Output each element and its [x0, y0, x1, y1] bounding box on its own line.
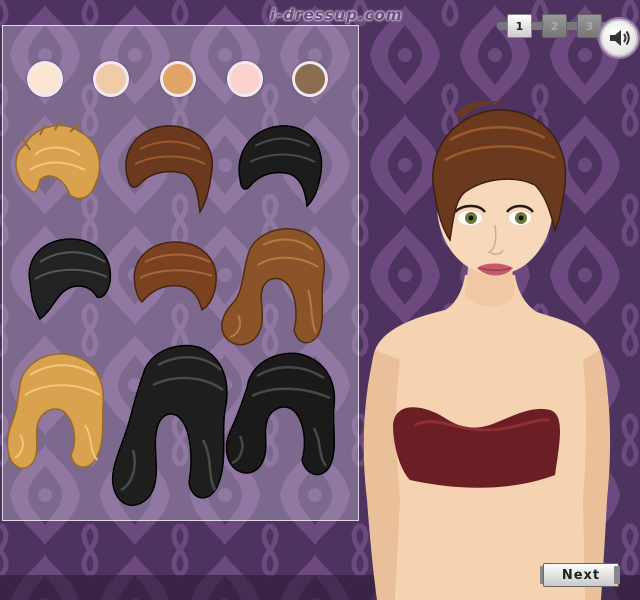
model-figure: [363, 101, 611, 600]
next-button-right-cap: [614, 566, 620, 584]
skin-tone-swatch-1[interactable]: [27, 61, 63, 97]
skin-tone-swatch-4[interactable]: [227, 61, 263, 97]
hair-option-6[interactable]: [218, 225, 330, 353]
next-button[interactable]: Next: [543, 563, 619, 587]
speaker-icon: [610, 30, 630, 46]
skin-tone-swatch-2[interactable]: [93, 61, 129, 97]
hair-option-5[interactable]: [130, 240, 220, 315]
hair-option-3[interactable]: [235, 124, 325, 214]
hair-option-1[interactable]: [10, 120, 105, 215]
site-logo: i-dressup.com: [270, 6, 403, 24]
page-button-2[interactable]: 2: [542, 14, 567, 38]
sound-toggle-button[interactable]: [600, 19, 638, 57]
page-button-1[interactable]: 1: [507, 14, 532, 38]
hair-option-4[interactable]: [25, 237, 115, 327]
skin-tone-swatch-3[interactable]: [160, 61, 196, 97]
hair-option-7[interactable]: [5, 350, 110, 475]
hair-option-2[interactable]: [120, 124, 220, 219]
hair-option-9[interactable]: [222, 348, 342, 480]
hair-option-8[interactable]: [103, 340, 233, 512]
page-button-3[interactable]: 3: [577, 14, 602, 38]
page-selector: 1 2 3: [497, 13, 612, 39]
skin-tone-swatch-5[interactable]: [292, 61, 328, 97]
